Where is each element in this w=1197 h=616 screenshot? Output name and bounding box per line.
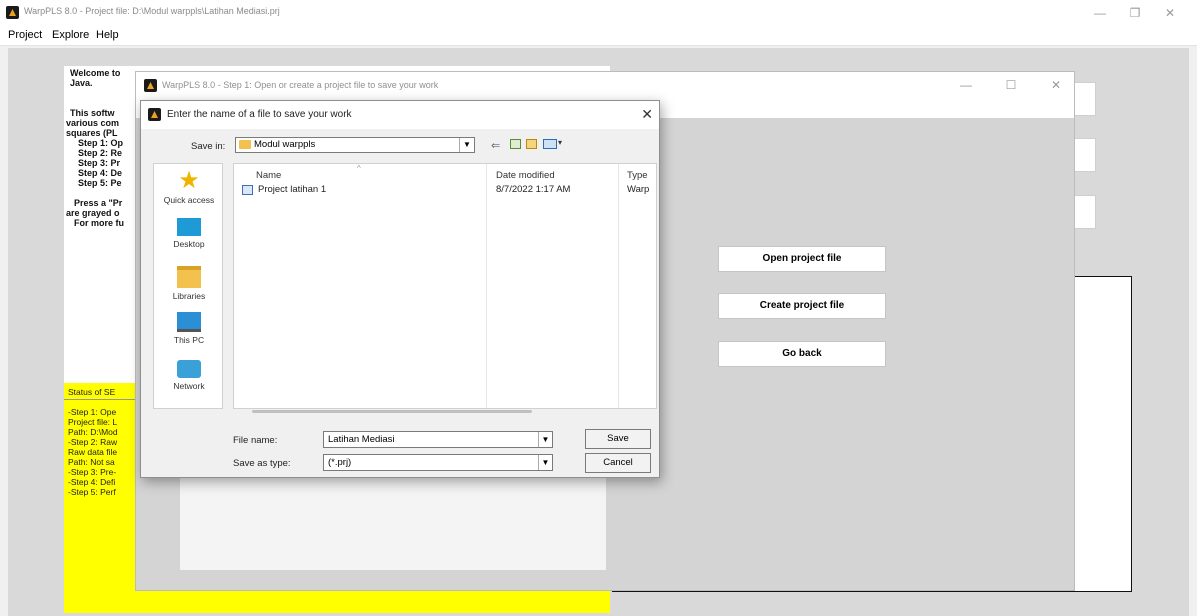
file-name-value: Latihan Mediasi — [328, 434, 395, 445]
file-row[interactable]: Project latihan 1 8/7/2022 1:17 AM Warp — [238, 183, 656, 197]
project-file-icon — [242, 185, 253, 195]
status-title: Status of SE — [68, 387, 116, 397]
place-label: Quick access — [163, 195, 215, 205]
welcome-line: Press a "Pr — [74, 198, 123, 208]
dialog-title-bar: Enter the name of a file to save your wo… — [141, 101, 659, 129]
place-label: Network — [173, 381, 205, 391]
restore-icon[interactable]: ❐ — [1120, 4, 1150, 22]
libraries-icon — [177, 266, 201, 288]
step1-title: WarpPLS 8.0 - Step 1: Open or create a p… — [162, 80, 439, 90]
main-title-bar: WarpPLS 8.0 - Project file: D:\Modul war… — [0, 0, 1197, 26]
cancel-button[interactable]: Cancel — [585, 453, 651, 473]
up-folder-icon[interactable] — [510, 139, 521, 149]
view-menu-icon[interactable] — [543, 139, 557, 149]
chevron-down-icon: ▼ — [459, 138, 474, 152]
status-line: Project file: L — [68, 417, 118, 427]
sort-arrow-icon: ^ — [357, 164, 361, 173]
app-icon — [148, 108, 161, 121]
status-line: Path: D:\Mod — [68, 427, 118, 437]
save-as-type-dropdown[interactable]: (*.prj) ▼ — [323, 454, 553, 471]
welcome-line: Step 1: Op — [78, 138, 124, 148]
menu-project[interactable]: Project — [8, 29, 42, 41]
status-line: -Step 4: Defi — [68, 477, 116, 487]
window-title: WarpPLS 8.0 - Project file: D:\Modul war… — [24, 6, 280, 16]
close-icon[interactable]: ✕ — [1155, 4, 1185, 22]
app-icon — [144, 79, 157, 92]
file-type: Warp — [627, 184, 650, 195]
column-divider — [486, 164, 487, 408]
create-project-file-button[interactable]: Create project file — [718, 293, 886, 319]
menu-explore[interactable]: Explore — [52, 29, 89, 41]
welcome-line: Step 3: Pr — [78, 158, 121, 168]
close-icon[interactable]: ✕ — [1041, 76, 1071, 94]
welcome-line: various com — [66, 118, 120, 128]
place-network[interactable]: Network — [154, 360, 224, 391]
app-icon — [6, 6, 19, 19]
network-icon — [177, 360, 201, 378]
chevron-down-icon[interactable]: ▾ — [558, 138, 562, 147]
place-quick-access[interactable]: ★ Quick access — [154, 167, 224, 206]
welcome-line: Step 5: Pe — [78, 178, 122, 188]
computer-icon — [177, 312, 201, 332]
desktop-icon — [177, 218, 201, 236]
places-bar: ★ Quick access Desktop Libraries This PC… — [153, 163, 223, 409]
save-in-label: Save in: — [191, 141, 226, 152]
place-this-pc[interactable]: This PC — [154, 312, 224, 345]
save-in-dropdown[interactable]: Modul warppls ▼ — [235, 137, 475, 153]
welcome-line: squares (PL — [66, 128, 118, 138]
status-line: -Step 3: Pre- — [68, 467, 117, 477]
back-arrow-icon[interactable]: ⇐ — [491, 139, 500, 152]
file-name-input[interactable]: Latihan Mediasi ▼ — [323, 431, 553, 448]
welcome-line: For more fu — [74, 218, 125, 228]
status-divider — [64, 399, 144, 400]
welcome-line: Java. — [70, 78, 93, 88]
save-file-dialog: Enter the name of a file to save your wo… — [140, 100, 660, 478]
welcome-line: Step 4: De — [78, 168, 123, 178]
place-label: This PC — [173, 335, 205, 345]
place-label: Desktop — [173, 239, 205, 249]
file-date: 8/7/2022 1:17 AM — [496, 184, 571, 195]
column-header-type[interactable]: Type — [627, 170, 648, 181]
welcome-line: are grayed o — [66, 208, 120, 218]
welcome-line: Welcome to — [70, 68, 121, 78]
status-line: Raw data file — [68, 447, 118, 457]
chevron-down-icon[interactable]: ▼ — [538, 455, 552, 470]
save-in-value: Modul warppls — [254, 139, 316, 150]
chevron-down-icon[interactable]: ▼ — [538, 432, 552, 447]
welcome-line: Step 2: Re — [78, 148, 123, 158]
save-as-type-label: Save as type: — [233, 458, 291, 469]
status-line: -Step 1: Ope — [68, 407, 117, 417]
folder-icon — [239, 140, 251, 149]
place-label: Libraries — [172, 291, 206, 301]
status-line: -Step 2: Raw — [68, 437, 118, 447]
status-line: Path: Not sa — [68, 457, 115, 467]
menu-help[interactable]: Help — [96, 29, 119, 41]
new-folder-icon[interactable] — [526, 139, 537, 149]
menu-bar: Project Explore Help — [0, 26, 1197, 46]
file-list: Name ^ Date modified Type Project latiha… — [233, 163, 657, 413]
status-line: -Step 5: Perf — [68, 487, 116, 497]
dialog-title: Enter the name of a file to save your wo… — [167, 109, 352, 120]
maximize-icon[interactable]: ☐ — [996, 76, 1026, 94]
file-name: Project latihan 1 — [258, 184, 327, 195]
column-header-date[interactable]: Date modified — [496, 170, 555, 181]
minimize-icon[interactable]: — — [1085, 4, 1115, 22]
star-icon: ★ — [178, 167, 200, 194]
go-back-button[interactable]: Go back — [718, 341, 886, 367]
close-icon[interactable]: ✕ — [641, 106, 653, 123]
place-desktop[interactable]: Desktop — [154, 218, 224, 249]
open-project-file-button[interactable]: Open project file — [718, 246, 886, 272]
save-as-type-value: (*.prj) — [328, 457, 352, 468]
save-button[interactable]: Save — [585, 429, 651, 449]
column-divider — [618, 164, 619, 408]
minimize-icon[interactable]: — — [951, 76, 981, 94]
file-name-label: File name: — [233, 435, 278, 446]
place-libraries[interactable]: Libraries — [154, 266, 224, 301]
welcome-line: This softw — [70, 108, 115, 118]
column-header-name[interactable]: Name — [256, 170, 281, 181]
horizontal-scrollbar[interactable] — [252, 410, 532, 413]
